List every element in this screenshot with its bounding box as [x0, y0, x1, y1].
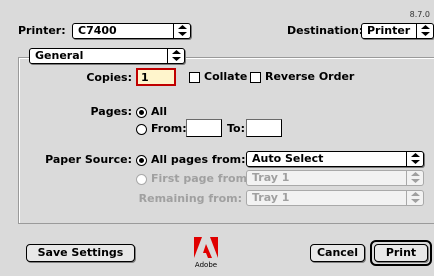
adobe-logo: Adobe [193, 236, 219, 272]
pages-to-field[interactable] [246, 119, 282, 137]
up-down-arrows-icon [406, 191, 423, 205]
remaining-from-popup[interactable]: Tray 1 [246, 190, 424, 206]
panel-popup[interactable]: General [29, 48, 185, 64]
up-down-arrows-icon [416, 24, 433, 38]
printer-label: Printer: [18, 24, 66, 37]
remaining-from-value: Tray 1 [252, 191, 290, 204]
pages-to-label: To: [227, 122, 245, 135]
destination-label: Destination: [287, 24, 364, 37]
destination-popup-value: Printer [367, 24, 411, 37]
first-page-from-radio[interactable] [136, 174, 147, 185]
printer-popup-value: C7400 [78, 24, 117, 37]
save-settings-button[interactable]: Save Settings [26, 244, 135, 262]
first-page-from-value: Tray 1 [252, 171, 290, 184]
all-pages-from-label: All pages from: [151, 153, 246, 166]
copies-field[interactable]: 1 [136, 68, 176, 86]
destination-popup[interactable]: Printer [361, 23, 434, 39]
paper-source-label: Paper Source: [45, 153, 132, 166]
first-page-from-popup[interactable]: Tray 1 [246, 170, 424, 186]
all-pages-from-value: Auto Select [252, 152, 324, 165]
adobe-logo-mark [194, 237, 218, 258]
printer-popup[interactable]: C7400 [72, 23, 191, 39]
up-down-arrows-icon [167, 49, 184, 63]
pages-from-field[interactable] [186, 119, 222, 137]
collate-label: Collate [204, 70, 248, 83]
pages-all-label: All [151, 105, 168, 118]
first-page-from-label: First page from: [151, 172, 252, 185]
all-pages-from-popup[interactable]: Auto Select [246, 151, 424, 167]
adobe-logo-text: Adobe [194, 261, 218, 269]
cancel-button[interactable]: Cancel [310, 244, 365, 262]
pages-from-radio[interactable] [136, 124, 147, 135]
pages-from-label: From: [151, 122, 187, 135]
up-down-arrows-icon [406, 171, 423, 185]
panel-popup-value: General [35, 49, 84, 62]
reverse-order-label: Reverse Order [265, 70, 355, 83]
up-down-arrows-icon [173, 24, 190, 38]
collate-checkbox[interactable] [189, 72, 200, 83]
version-label: 8.7.0 [409, 10, 430, 19]
all-pages-from-radio[interactable] [136, 155, 147, 166]
reverse-order-checkbox[interactable] [250, 72, 261, 83]
print-button[interactable]: Print [374, 244, 428, 262]
remaining-from-label: Remaining from: [138, 192, 242, 205]
pages-all-radio[interactable] [136, 107, 147, 118]
copies-label: Copies: [86, 71, 132, 84]
up-down-arrows-icon [406, 152, 423, 166]
pages-label: Pages: [90, 105, 132, 118]
